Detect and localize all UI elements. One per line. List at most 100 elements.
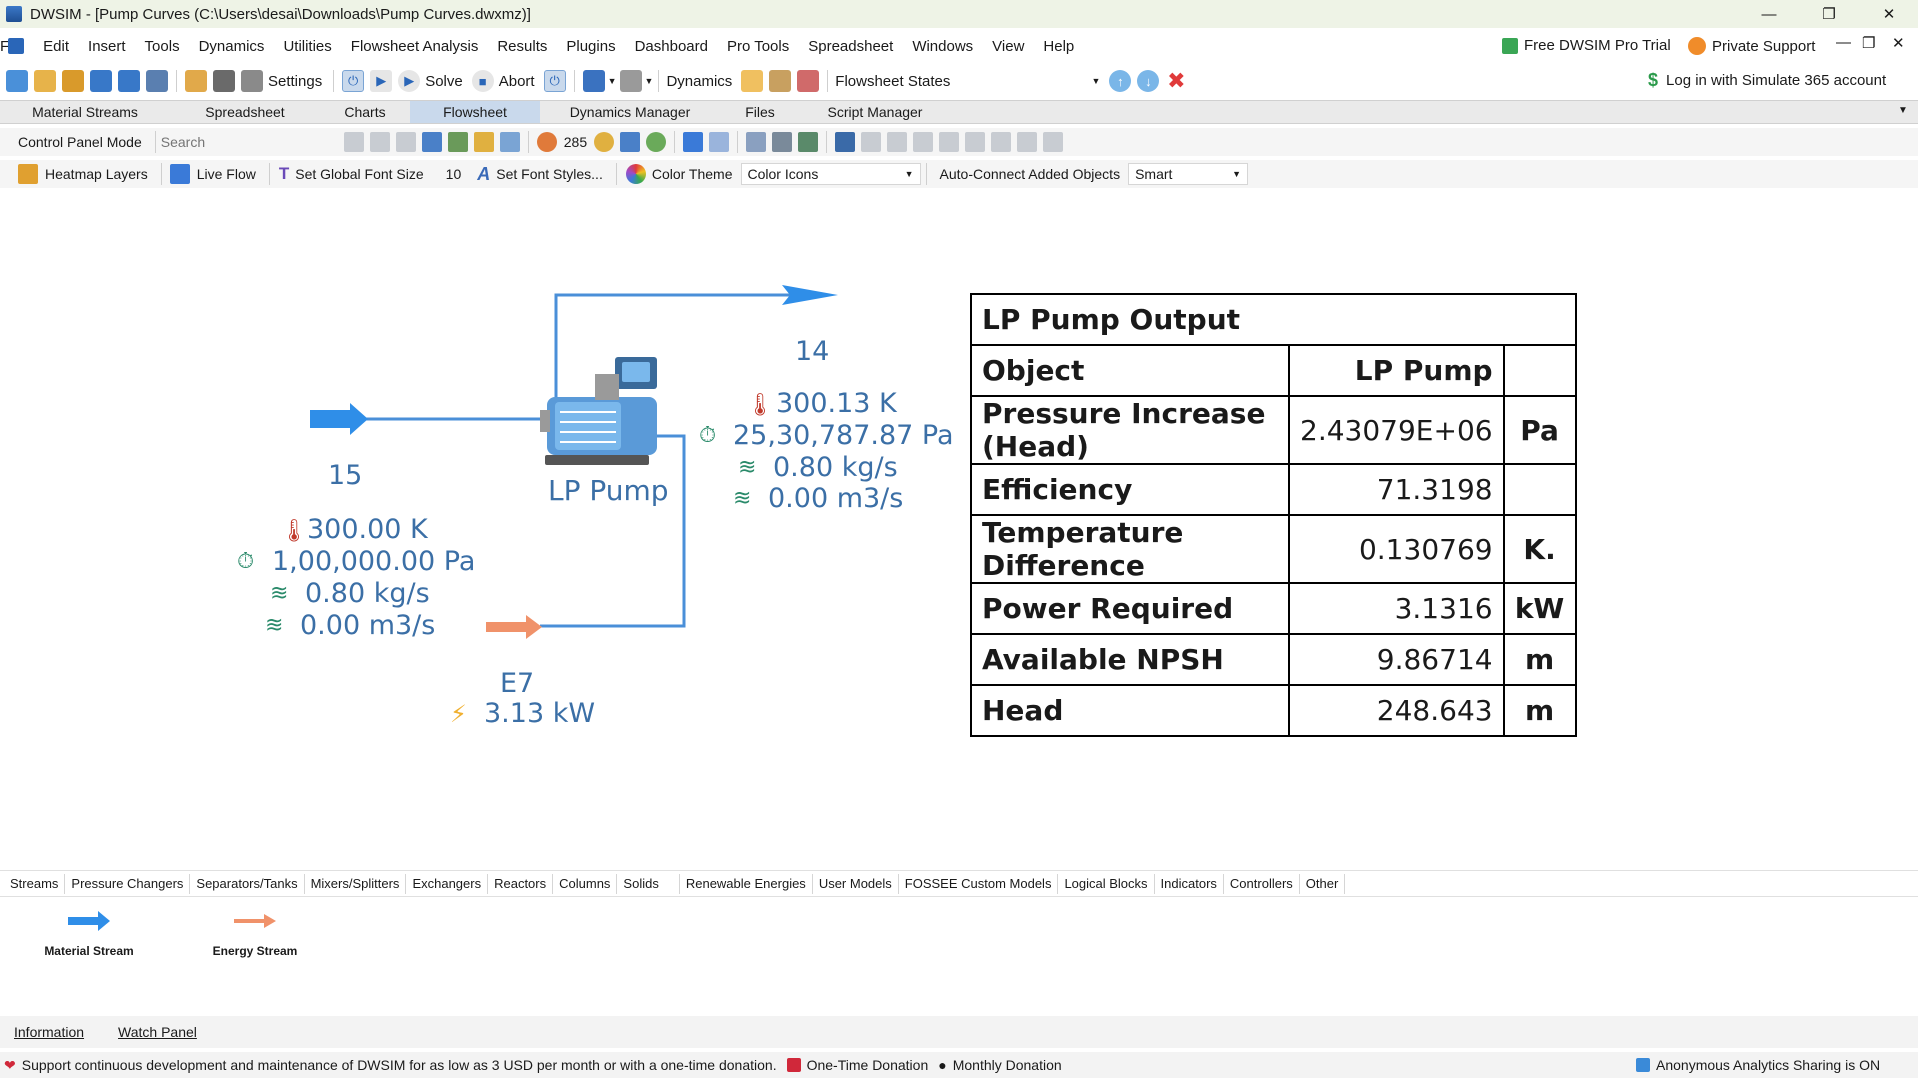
energy-e7-arrow[interactable] <box>486 615 542 639</box>
undo-icon[interactable] <box>582 70 605 92</box>
text-icon[interactable] <box>421 132 442 152</box>
stop-icon[interactable]: ■ <box>471 70 494 92</box>
set-font-styles-button[interactable]: Set Font Styles... <box>496 166 603 182</box>
solve-button[interactable]: Solve <box>425 73 463 90</box>
lp-pump-output-table[interactable]: LP Pump Output Object LP Pump Pressure I… <box>970 293 1577 737</box>
minimize-button[interactable]: — <box>1746 0 1792 28</box>
save-as-icon[interactable] <box>118 70 140 92</box>
menu-pro-tools[interactable]: Pro Tools <box>727 38 789 55</box>
menu-utilities[interactable]: Utilities <box>283 38 331 55</box>
power-icon[interactable]: ⏻ <box>543 70 566 92</box>
chevron-down-icon[interactable]: ▼ <box>645 76 654 86</box>
close-button[interactable]: ✕ <box>1866 0 1912 28</box>
palette-tab-streams[interactable]: Streams <box>4 873 66 894</box>
tab-script-manager[interactable]: Script Manager <box>800 101 950 123</box>
align-bottom-icon[interactable] <box>991 132 1012 152</box>
tab-dynamics-manager[interactable]: Dynamics Manager <box>540 101 720 123</box>
select-all-icon[interactable] <box>835 132 856 152</box>
distribute-horizontal-icon[interactable] <box>1017 132 1038 152</box>
energy-e7-name[interactable]: E7 <box>500 668 534 699</box>
print-preview-icon[interactable] <box>746 132 767 152</box>
wand-icon[interactable] <box>741 70 764 92</box>
palette-tab-other[interactable]: Other <box>1300 873 1346 894</box>
mdi-close-button[interactable]: ✕ <box>1892 34 1905 52</box>
menu-windows[interactable]: Windows <box>912 38 973 55</box>
mdi-restore-button[interactable]: ❐ <box>1862 34 1875 52</box>
edit-notes-icon[interactable] <box>185 70 207 92</box>
display-grid-icon[interactable] <box>709 132 730 152</box>
set-global-font-size-button[interactable]: Set Global Font Size <box>295 166 423 182</box>
chart-icon[interactable] <box>797 70 820 92</box>
grid-table-icon[interactable] <box>499 132 520 152</box>
settings-button[interactable]: Settings <box>268 73 322 90</box>
palette-tab-solids[interactable]: Solids <box>617 873 680 894</box>
palette-tab-logical-blocks[interactable]: Logical Blocks <box>1058 873 1155 894</box>
private-support-link[interactable]: Private Support <box>1688 37 1815 55</box>
palette-tab-controllers[interactable]: Controllers <box>1224 873 1300 894</box>
tab-charts[interactable]: Charts <box>320 101 410 123</box>
palette-tab-separators-tanks[interactable]: Separators/Tanks <box>190 873 305 894</box>
pro-trial-link[interactable]: Free DWSIM Pro Trial <box>1502 37 1671 54</box>
dynamics-button[interactable]: Dynamics <box>666 73 732 90</box>
palette-material-stream[interactable]: Material Stream <box>24 909 154 958</box>
tab-material-streams[interactable]: Material Streams <box>0 101 170 123</box>
delete-icon[interactable]: ✖ <box>1165 68 1187 93</box>
print-setup-icon[interactable] <box>798 132 819 152</box>
distribute-vertical-icon[interactable] <box>1043 132 1064 152</box>
arrow-up-icon[interactable]: ↑ <box>1109 70 1132 92</box>
tab-files[interactable]: Files <box>720 101 800 123</box>
palette-tab-pressure-changers[interactable]: Pressure Changers <box>65 873 191 894</box>
chevron-down-icon[interactable]: ▼ <box>608 76 617 86</box>
align-left-icon[interactable] <box>861 132 882 152</box>
tab-flowsheet[interactable]: Flowsheet <box>410 101 540 123</box>
tab-overflow-chevron-icon[interactable]: ▼ <box>1898 105 1908 116</box>
analytics-status[interactable]: Anonymous Analytics Sharing is ON <box>1636 1057 1880 1073</box>
abort-button[interactable]: Abort <box>499 73 535 90</box>
snap-grid-icon[interactable] <box>683 132 704 152</box>
palette-energy-stream[interactable]: Energy Stream <box>190 909 320 958</box>
control-panel-mode-button[interactable]: Control Panel Mode <box>18 134 142 150</box>
zoom-out-icon[interactable] <box>536 132 557 152</box>
tab-spreadsheet[interactable]: Spreadsheet <box>170 101 320 123</box>
copy-icon[interactable] <box>369 132 390 152</box>
save-icon[interactable] <box>90 70 112 92</box>
palette-tab-mixers-splitters[interactable]: Mixers/Splitters <box>305 873 407 894</box>
solve-icon[interactable]: ▶ <box>398 70 421 92</box>
menu-dynamics[interactable]: Dynamics <box>199 38 265 55</box>
palette-tab-user-models[interactable]: User Models <box>813 873 899 894</box>
cut-icon[interactable] <box>343 132 364 152</box>
one-time-donation-link[interactable]: One-Time Donation <box>807 1057 929 1073</box>
paste-icon[interactable] <box>395 132 416 152</box>
tab-information[interactable]: Information <box>14 1024 84 1040</box>
stream-15-name[interactable]: 15 <box>328 460 362 491</box>
zoom-fit-icon[interactable] <box>620 132 641 152</box>
app-menu-icon[interactable] <box>8 38 24 54</box>
stream-14-arrow[interactable] <box>782 285 838 305</box>
lp-pump-unit[interactable] <box>540 357 657 465</box>
font-size-value[interactable]: 10 <box>446 166 462 182</box>
menu-insert[interactable]: Insert <box>88 38 126 55</box>
open-folder-icon[interactable] <box>34 70 56 92</box>
gear-icon[interactable] <box>241 70 263 92</box>
menu-view[interactable]: View <box>992 38 1024 55</box>
palette-tab-renewable-energies[interactable]: Renewable Energies <box>680 873 813 894</box>
login-button[interactable]: $ Log in with Simulate 365 account <box>1648 70 1886 91</box>
zoom-level[interactable]: 285 <box>564 134 587 150</box>
menu-help[interactable]: Help <box>1043 38 1074 55</box>
palette-tab-exchangers[interactable]: Exchangers <box>406 873 489 894</box>
insert-table-icon[interactable] <box>473 132 494 152</box>
live-flow-button[interactable]: Live Flow <box>197 166 256 182</box>
play-icon[interactable]: ▶ <box>370 70 393 92</box>
palette-tab-indicators[interactable]: Indicators <box>1155 873 1224 894</box>
tab-watch-panel[interactable]: Watch Panel <box>118 1024 197 1040</box>
auto-connect-dropdown[interactable]: Smart ▼ <box>1128 163 1249 185</box>
open-samples-icon[interactable] <box>62 70 84 92</box>
flowsheet-canvas[interactable]: 15 🌡 300.00 K ⏱ 1,00,000.00 Pa ≋ 0.80 kg… <box>0 192 1918 864</box>
menu-tools[interactable]: Tools <box>145 38 180 55</box>
save-all-icon[interactable] <box>146 70 168 92</box>
align-top-icon[interactable] <box>939 132 960 152</box>
flowsheet-states-dropdown[interactable]: ▼ <box>956 70 1107 92</box>
lp-pump-label[interactable]: LP Pump <box>548 474 669 507</box>
palette-tab-columns[interactable]: Columns <box>553 873 618 894</box>
print-icon[interactable] <box>772 132 793 152</box>
